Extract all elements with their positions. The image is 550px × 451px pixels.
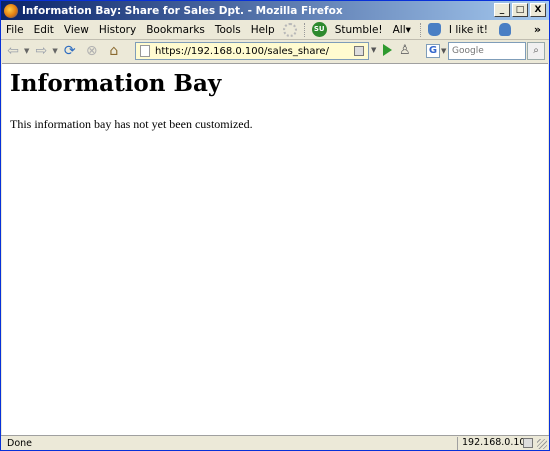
resize-grip[interactable] [537, 439, 547, 449]
url-bar[interactable]: https://192.168.0.100/sales_share/ [135, 42, 369, 60]
stumbleupon-icon[interactable]: SU [311, 22, 327, 37]
title-bar: Information Bay: Share for Sales Dpt. - … [1, 1, 549, 20]
search-engine-selector[interactable]: G ▼ [426, 42, 448, 60]
forward-icon[interactable]: ⇨ [31, 42, 51, 60]
i-like-it-button[interactable]: I like it! [444, 24, 493, 36]
menu-bookmarks[interactable]: Bookmarks [141, 24, 210, 36]
toolbar-separator [303, 22, 308, 37]
home-icon[interactable]: ⌂ [104, 42, 124, 60]
forward-dropdown-icon[interactable]: ▼ [52, 47, 57, 55]
lock-icon[interactable] [354, 46, 364, 56]
thumbs-down-icon[interactable] [498, 23, 511, 36]
go-icon[interactable] [383, 44, 392, 56]
thumbs-up-icon[interactable] [427, 23, 441, 36]
back-dropdown-icon[interactable]: ▼ [24, 47, 29, 55]
status-lock-icon[interactable] [523, 438, 533, 448]
menu-edit[interactable]: Edit [29, 24, 59, 36]
menu-help[interactable]: Help [246, 24, 280, 36]
page-heading: Information Bay [10, 70, 222, 97]
menu-bar: File Edit View History Bookmarks Tools H… [1, 20, 549, 40]
search-engine-dropdown-icon: ▼ [441, 47, 447, 55]
menu-tools[interactable]: Tools [210, 24, 246, 36]
menu-file[interactable]: File [1, 24, 29, 36]
status-host: 192.168.0.100 [457, 437, 532, 450]
all-dropdown[interactable]: All▾ [388, 24, 416, 36]
menu-history[interactable]: History [94, 24, 141, 36]
stumble-button[interactable]: Stumble! [330, 24, 388, 36]
browser-window: Information Bay: Share for Sales Dpt. - … [0, 0, 550, 451]
search-icon[interactable]: ⌕ [527, 42, 545, 60]
search-input[interactable] [449, 43, 525, 59]
minimize-button[interactable]: _ [494, 3, 510, 17]
page-content: Information Bay This information bay has… [2, 63, 548, 435]
url-dropdown-icon[interactable]: ▼ [371, 46, 376, 54]
page-icon [140, 45, 150, 57]
status-bar: Done 192.168.0.100 [1, 435, 549, 450]
search-box[interactable] [448, 42, 526, 60]
navigation-bar: ⇦ ▼ ⇨ ▼ ⟳ ⊗ ⌂ https://192.168.0.100/sale… [1, 40, 549, 62]
window-title: Information Bay: Share for Sales Dpt. - … [22, 4, 343, 17]
close-button[interactable]: X [530, 3, 546, 17]
toolbar-separator [419, 22, 424, 37]
firefox-icon [4, 3, 18, 18]
stop-icon[interactable]: ⊗ [82, 42, 102, 60]
more-chevron-icon[interactable]: » [534, 23, 541, 36]
menu-view[interactable]: View [59, 24, 94, 36]
page-body-text: This information bay has not yet been cu… [10, 117, 253, 131]
window-controls: _ □ X [494, 3, 546, 17]
url-text[interactable]: https://192.168.0.100/sales_share/ [155, 46, 329, 57]
back-icon[interactable]: ⇦ [3, 42, 23, 60]
reload-icon[interactable]: ⟳ [60, 42, 80, 60]
extension-icon[interactable]: ♙ [399, 43, 411, 58]
throbber-icon [282, 22, 297, 37]
maximize-button[interactable]: □ [512, 3, 528, 17]
google-icon: G [426, 44, 440, 58]
status-text: Done [7, 437, 32, 449]
